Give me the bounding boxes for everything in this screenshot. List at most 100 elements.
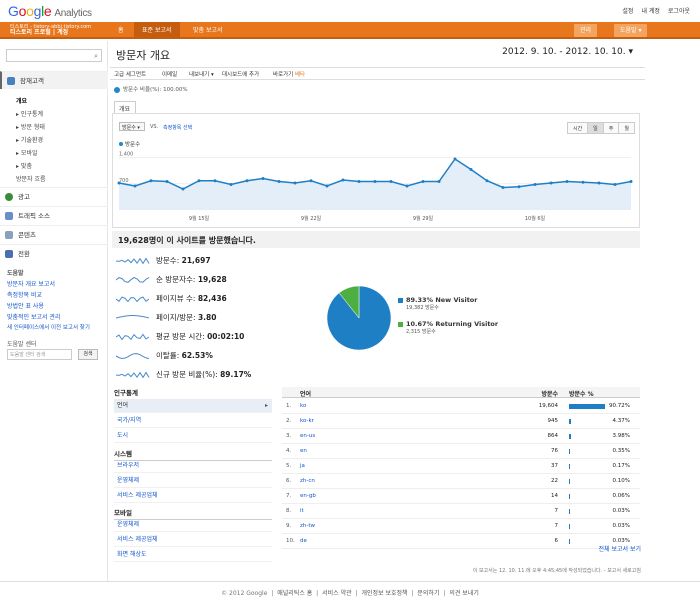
table-row[interactable]: 3. en-us 864 3.98% [282,429,640,444]
dimension-city[interactable]: 도시 [114,429,272,443]
sidebar-sub-visitor-flow[interactable]: 방문자 흐름 [16,174,46,183]
stat-row[interactable]: 순 방문자수: 19,628 [116,273,227,289]
row-index: 5. [286,463,292,469]
footer-link-feedback[interactable]: 의견 보내기 [449,590,479,597]
data-point [245,179,249,183]
help-link-5[interactable]: 새 인터페이스에서 이전 보고서 찾기 [7,323,90,331]
help-button[interactable]: 도움말 ▾ [614,24,648,37]
sidebar-search-input[interactable]: ⌕ [6,49,102,62]
data-point [165,180,169,183]
row-language[interactable]: ja [300,459,305,474]
table-row[interactable]: 9. zh-tw 7 0.03% [282,519,640,534]
sidebar-sub-overview[interactable]: 개요 [16,96,27,105]
row-pct-bar [569,434,571,439]
time-day-button[interactable]: 일 [587,122,604,134]
advanced-segments-button[interactable]: 고급 세그먼트 [114,70,146,78]
dimension-os[interactable]: 운영체제 [114,474,272,488]
sidebar-sub-technology[interactable]: ▸ 기술환경 [16,135,43,144]
sidebar-sub-behavior[interactable]: ▸ 방문 형태 [16,122,45,131]
help-search-input[interactable]: 도움말 센터 검색 [7,349,72,360]
email-button[interactable]: 이메일 [162,70,177,78]
col-visits-pct: 방문수 % [569,391,594,398]
tab-custom-reports[interactable]: 맞춤 보고서 [185,22,231,39]
data-point [453,157,457,161]
sparkline [116,353,150,360]
dimension-isp[interactable]: 서비스 제공업체 [114,489,272,503]
table-row[interactable]: 8. it 7 0.03% [282,504,640,519]
metric-select[interactable]: 방문수 ▾ [119,122,145,131]
footer-link-contact[interactable]: 문의하기 [417,590,439,597]
table-row[interactable]: 2. ko-kr 945 4.37% [282,414,640,429]
help-link-2[interactable]: 측정항목 비교 [7,290,42,299]
export-button[interactable]: 내보내기 ▾ [189,70,214,78]
logout-link[interactable]: 로그아웃 [668,6,690,15]
dimension-language[interactable]: 언어 ▸ [114,399,272,413]
sidebar-sub-mobile[interactable]: ▸ 모바일 [16,148,37,157]
col-language: 언어 [300,391,312,398]
row-language[interactable]: it [300,504,304,519]
table-row[interactable]: 6. zh-cn 22 0.10% [282,474,640,489]
footer-link-home[interactable]: 애널리틱스 홈 [277,590,312,597]
dimension-browser[interactable]: 브라우저 [114,459,272,473]
settings-link[interactable]: 설정 [622,6,633,15]
my-account-link[interactable]: 내 계정 [641,6,659,15]
row-language[interactable]: en-gb [300,489,316,504]
tab-home[interactable]: 홈 [110,22,132,39]
help-link-1[interactable]: 방문자 개요 보고서 [7,279,55,288]
stat-row[interactable]: 페이지/방문: 3.80 [116,311,216,327]
row-language[interactable]: de [300,534,307,549]
footer-link-privacy[interactable]: 개인정보 보호정책 [361,590,407,597]
stat-label: 신규 방문 비율(%): [156,370,218,379]
date-range-picker[interactable]: 2012. 9. 10. - 2012. 10. 10. ▾ [502,47,633,57]
sidebar-sub-custom[interactable]: ▸ 맞춤 [16,161,32,170]
tab-standard-reports[interactable]: 표준 보고서 [134,22,180,39]
table-row[interactable]: 10. de 6 0.03% [282,534,640,549]
time-week-button[interactable]: 주 [602,122,620,134]
google-analytics-logo[interactable]: Google Analytics [8,3,92,19]
row-language[interactable]: zh-tw [300,519,315,534]
table-row[interactable]: 1. ko 19,604 90.72% [282,399,640,414]
footer-link-terms[interactable]: 서비스 약관 [322,590,352,597]
stat-row[interactable]: 평균 방문 시간: 00:02:10 [116,330,244,346]
select-metric-link[interactable]: 측정항목 선택 [163,124,192,131]
tab-overview[interactable]: 개요 [114,101,136,113]
table-row[interactable]: 4. en 76 0.35% [282,444,640,459]
help-search-button[interactable]: 검색 [78,349,98,360]
time-hour-button[interactable]: 시간 [566,122,589,134]
dimension-screen-resolution[interactable]: 화면 해상도 [114,548,272,562]
row-language[interactable]: ko-kr [300,414,314,429]
data-point [549,181,553,185]
table-row[interactable]: 7. en-gb 14 0.06% [282,489,640,504]
time-month-button[interactable]: 월 [618,122,635,134]
sidebar-item-traffic-sources[interactable]: 트래픽 소스 [0,206,108,224]
sidebar-item-advertising[interactable]: 광고 [0,187,108,205]
full-report-link[interactable]: 전체 보고서 보기 [599,544,641,553]
sidebar-sub-demographics[interactable]: ▸ 인구통계 [16,109,43,118]
row-language[interactable]: ko [300,399,306,414]
visitor-type-pie[interactable] [324,283,394,353]
stat-row[interactable]: 이탈률: 62.53% [116,349,213,365]
visits-line-chart[interactable]: 1,4007009월 15일 9월 22일 9월 29일 10월 6일 [113,146,639,226]
sidebar-item-conversions[interactable]: 전환 [0,244,108,262]
row-language[interactable]: zh-cn [300,474,315,489]
admin-button[interactable]: 관리 [574,24,598,37]
stat-row[interactable]: 신규 방문 비율(%): 89.17% [116,368,251,384]
sidebar-item-content[interactable]: 콘텐츠 [0,225,108,243]
sidebar-item-audience[interactable]: 잠재고객 [0,71,108,89]
stat-row[interactable]: 방문수: 21,697 [116,254,211,270]
dimension-mobile-isp[interactable]: 서비스 제공업체 [114,533,272,547]
account-selector[interactable]: 티스토리 - tistory-abbi.tistory.com 티스토리 프로필… [10,24,91,36]
help-link-3[interactable]: 방법안 표 사용 [7,301,44,310]
dimension-mobile-os[interactable]: 운영체제 [114,518,272,532]
row-language[interactable]: en [300,444,307,459]
table-row[interactable]: 5. ja 37 0.17% [282,459,640,474]
shortcut-button[interactable]: 바로가기 [273,70,293,78]
stat-row[interactable]: 페이지뷰 수: 82,436 [116,292,227,308]
dimension-country[interactable]: 국가/지역 [114,414,272,428]
time-granularity: 시간 일 주 월 [566,122,635,134]
traffic-icon [5,212,13,220]
add-to-dashboard-button[interactable]: 대시보드에 추가 [222,70,259,78]
help-link-4[interactable]: 맞춤적인 보고서 관리 [7,312,61,321]
stat-label: 순 방문자수: [156,275,196,284]
row-language[interactable]: en-us [300,429,315,444]
